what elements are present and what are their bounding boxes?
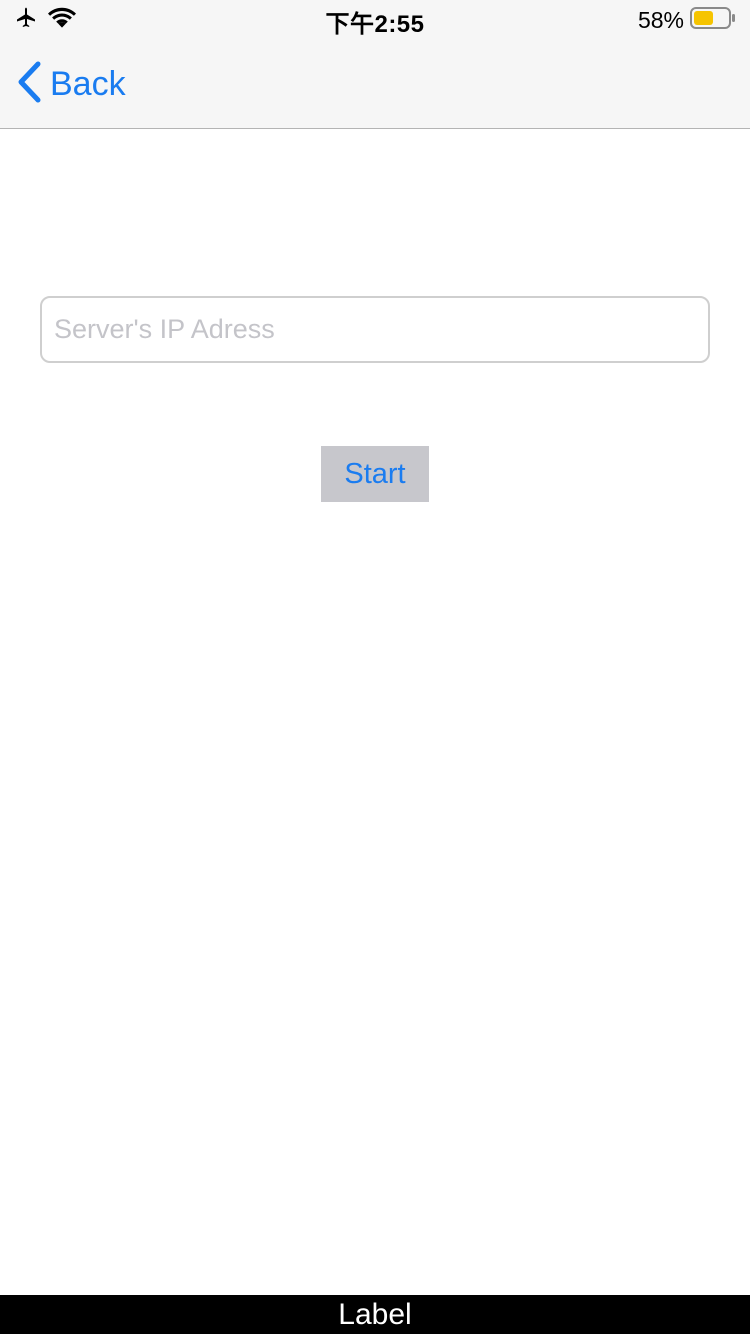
status-right: 58% [638, 6, 736, 34]
status-bar: 下午2:55 58% [0, 0, 750, 40]
back-label: Back [50, 64, 126, 103]
bottom-label-bar: Label [0, 1295, 750, 1334]
battery-percent: 58% [637, 6, 684, 33]
battery-icon [690, 6, 736, 34]
server-ip-input[interactable] [40, 296, 710, 363]
back-button[interactable]: Back [16, 60, 126, 108]
nav-bar: Back [0, 40, 750, 129]
chevron-left-icon [16, 60, 42, 109]
start-button[interactable]: Start [321, 446, 429, 502]
screen: 下午2:55 58% Back Start L [0, 0, 750, 1334]
bottom-label: Label [338, 1298, 412, 1331]
